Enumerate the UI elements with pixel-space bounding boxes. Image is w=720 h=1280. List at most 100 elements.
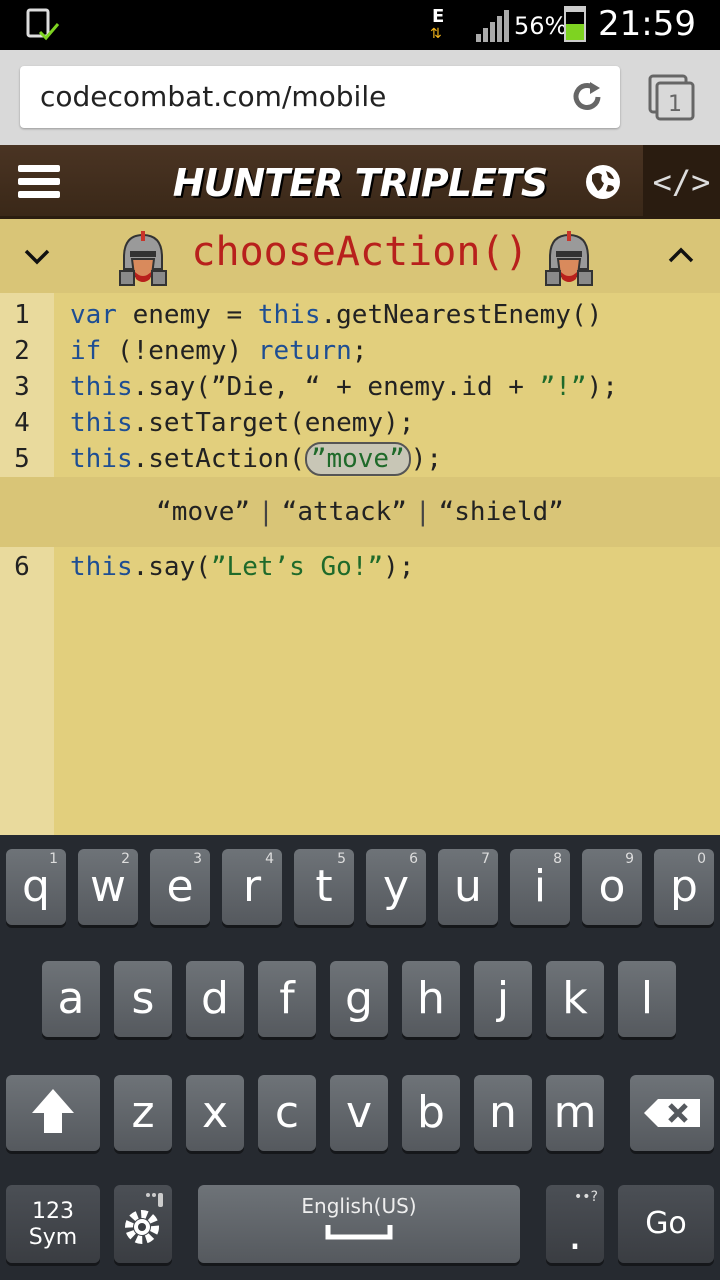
gear-icon: [125, 1193, 163, 1244]
browser-toolbar: codecombat.com/mobile 1: [0, 50, 720, 145]
key-l[interactable]: l: [618, 961, 676, 1037]
key-c[interactable]: c: [258, 1075, 316, 1151]
choice-separator: |: [258, 497, 274, 527]
space-language-label: English(US): [301, 1194, 417, 1218]
battery-percent: 56%: [514, 12, 568, 40]
key-a[interactable]: a: [42, 961, 100, 1037]
line-number: 3: [14, 372, 30, 402]
key-m[interactable]: m: [546, 1075, 604, 1151]
key-label: m: [553, 1087, 597, 1138]
key-number-hint: 4: [265, 851, 274, 867]
code-text: this.say(”Let’s Go!”);: [70, 552, 415, 582]
symbols-key[interactable]: 123 Sym: [6, 1185, 100, 1263]
status-bar: E ⇅ 56% 21:59: [0, 0, 720, 50]
period-key[interactable]: ••? .: [546, 1185, 604, 1263]
backspace-key[interactable]: [630, 1075, 714, 1151]
key-j[interactable]: j: [474, 961, 532, 1037]
key-u[interactable]: 7u: [438, 849, 498, 925]
key-t[interactable]: 5t: [294, 849, 354, 925]
network-type-label: E: [432, 6, 445, 27]
line-number: 2: [14, 336, 30, 366]
choice-attack[interactable]: “attack”: [282, 497, 407, 527]
line-number: 6: [14, 552, 30, 582]
space-key[interactable]: English(US): [198, 1185, 520, 1263]
key-v[interactable]: v: [330, 1075, 388, 1151]
code-line[interactable]: 1 var enemy = this.getNearestEnemy(): [0, 297, 720, 333]
method-bar: chooseAction(): [0, 219, 720, 293]
key-number-hint: 1: [49, 851, 58, 867]
key-label: a: [57, 973, 85, 1024]
soft-keyboard: 123 Sym English(US) ••? . Go 1q2w3e4r5t6…: [0, 835, 720, 1280]
key-n[interactable]: n: [474, 1075, 532, 1151]
key-number-hint: 0: [697, 851, 706, 867]
code-text: var enemy = this.getNearestEnemy(): [70, 300, 603, 330]
battery-icon: [564, 6, 586, 42]
backspace-icon: [644, 1099, 700, 1127]
url-field[interactable]: codecombat.com/mobile: [20, 66, 620, 128]
key-y[interactable]: 6y: [366, 849, 426, 925]
signal-icon: [476, 10, 509, 42]
key-h[interactable]: h: [402, 961, 460, 1037]
code-text: this.setTarget(enemy);: [70, 408, 415, 438]
url-text: codecombat.com/mobile: [40, 80, 387, 113]
period-key-sub: ••?: [574, 1189, 598, 1205]
tabs-button[interactable]: 1: [648, 74, 696, 122]
key-label: n: [489, 1087, 517, 1138]
globe-icon[interactable]: [584, 163, 622, 201]
symbols-label-1: 123: [32, 1199, 74, 1224]
chevron-up-icon[interactable]: [666, 241, 696, 271]
key-q[interactable]: 1q: [6, 849, 66, 925]
key-p[interactable]: 0p: [654, 849, 714, 925]
key-label: k: [562, 973, 588, 1024]
go-key-label: Go: [645, 1206, 687, 1241]
line-number: 1: [14, 300, 30, 330]
code-line[interactable]: 2 if (!enemy) return;: [0, 333, 720, 369]
key-r[interactable]: 4r: [222, 849, 282, 925]
svg-text:1: 1: [668, 92, 682, 117]
key-label: v: [345, 1087, 373, 1138]
key-g[interactable]: g: [330, 961, 388, 1037]
clock: 21:59: [598, 4, 696, 44]
key-x[interactable]: x: [186, 1075, 244, 1151]
key-e[interactable]: 3e: [150, 849, 210, 925]
key-b[interactable]: b: [402, 1075, 460, 1151]
key-w[interactable]: 2w: [78, 849, 138, 925]
shift-key[interactable]: [6, 1075, 100, 1151]
key-number-hint: 8: [553, 851, 562, 867]
code-line[interactable]: 6 this.say(”Let’s Go!”);: [0, 549, 720, 585]
line-number: 4: [14, 408, 30, 438]
key-label: b: [417, 1087, 445, 1138]
choice-move[interactable]: “move”: [156, 497, 250, 527]
go-key[interactable]: Go: [618, 1185, 714, 1263]
key-label: f: [279, 973, 295, 1024]
key-number-hint: 7: [481, 851, 490, 867]
choice-separator: |: [414, 497, 431, 527]
key-label: c: [274, 1087, 300, 1138]
code-text: this.say(”Die, “ + enemy.id + ”!”);: [70, 372, 618, 402]
key-s[interactable]: s: [114, 961, 172, 1037]
key-f[interactable]: f: [258, 961, 316, 1037]
choice-shield[interactable]: “shield”: [439, 497, 564, 527]
code-editor[interactable]: 1 var enemy = this.getNearestEnemy() 2 i…: [0, 293, 720, 835]
settings-key[interactable]: [114, 1185, 172, 1263]
key-i[interactable]: 8i: [510, 849, 570, 925]
reload-icon[interactable]: [568, 78, 606, 116]
key-number-hint: 6: [409, 851, 418, 867]
key-label: j: [496, 973, 510, 1024]
key-z[interactable]: z: [114, 1075, 172, 1151]
code-line-active[interactable]: 5 this.setAction(”move”);: [0, 441, 720, 477]
key-k[interactable]: k: [546, 961, 604, 1037]
code-line[interactable]: 4 this.setTarget(enemy);: [0, 405, 720, 441]
key-d[interactable]: d: [186, 961, 244, 1037]
code-line[interactable]: 3 this.say(”Die, “ + enemy.id + ”!”);: [0, 369, 720, 405]
device-check-icon: [26, 8, 60, 41]
key-label: g: [345, 973, 373, 1024]
key-number-hint: 3: [193, 851, 202, 867]
key-label: x: [201, 1087, 229, 1138]
shift-arrow-icon: [32, 1089, 74, 1133]
argument-choices: “move” | “attack” | “shield”: [0, 477, 720, 547]
key-label: z: [131, 1087, 155, 1138]
key-o[interactable]: 9o: [582, 849, 642, 925]
code-toggle-button[interactable]: </>: [643, 145, 720, 219]
tabs-icon: 1: [648, 74, 695, 121]
